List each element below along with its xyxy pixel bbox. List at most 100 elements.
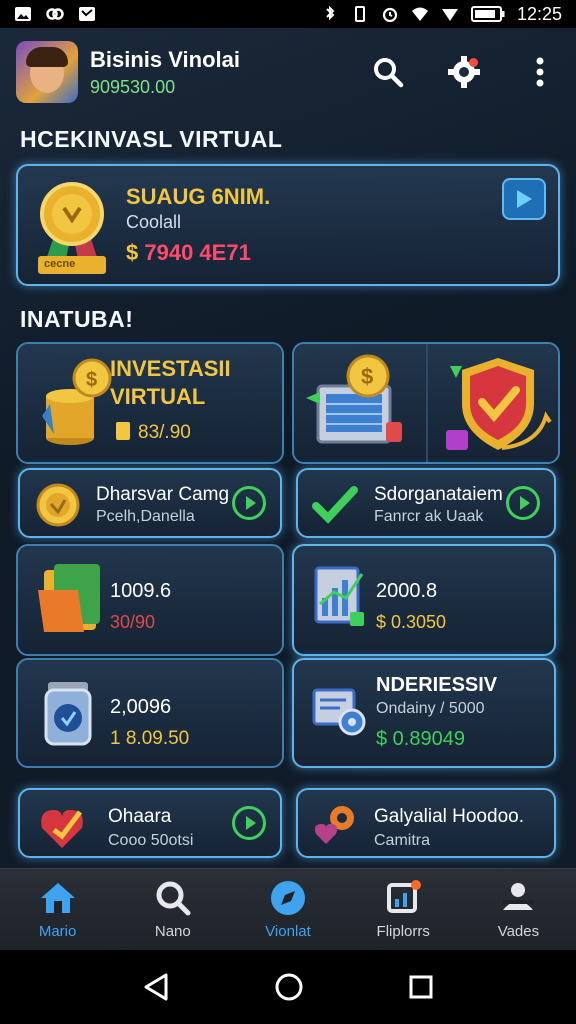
promo-subtitle: Cooo 50otsi — [108, 832, 194, 849]
nav-item-profile[interactable]: Vades — [461, 869, 576, 950]
search-icon — [374, 58, 404, 88]
chevron-right-icon[interactable] — [232, 806, 266, 840]
jar-icon — [44, 682, 92, 746]
card-divider — [426, 344, 428, 462]
medal-label: cecne — [44, 258, 76, 270]
back-icon[interactable] — [142, 972, 170, 1002]
signal-icon — [441, 9, 458, 21]
stat-amount: 1 8.09.50 — [110, 728, 190, 749]
play-icon — [517, 190, 532, 208]
image-icon — [15, 7, 31, 21]
nav-label: Vades — [497, 923, 540, 940]
nav-item-home[interactable]: Mario — [0, 869, 115, 950]
wifi-icon — [411, 7, 428, 21]
invest-title-line2: VIRTUAL — [110, 384, 206, 409]
invest-title-line1: INVESTASII — [110, 356, 231, 381]
document-gear-icon — [312, 688, 366, 736]
battery-icon — [470, 6, 505, 22]
avatar-hair — [26, 47, 68, 67]
folder-icon — [38, 564, 100, 632]
app-header: Bisinis Vinolai 909530.00 — [0, 28, 576, 116]
stat-amount: 30/90 — [110, 612, 156, 632]
promo-title: Galyalial Hoodoo. — [374, 806, 524, 827]
stat-card[interactable]: 1009.6 30/90 — [16, 544, 284, 656]
clock-time: 12:25 — [516, 3, 562, 24]
vibrate-icon — [354, 6, 365, 22]
stat-subtitle: Ondainy / 5000 — [376, 700, 485, 717]
nav-item-virtual[interactable]: Vionlat — [230, 869, 345, 950]
stat-amount: $ 0.3050 — [376, 612, 447, 632]
checkmark-icon — [312, 486, 358, 524]
stat-value: 2000.8 — [376, 580, 438, 602]
nav-item-search[interactable]: Nano — [115, 869, 230, 950]
home-circle-icon[interactable] — [274, 972, 304, 1002]
chevron-right-icon[interactable] — [506, 486, 540, 520]
nav-item-portfolio[interactable]: Fliplorrs — [346, 869, 461, 950]
coin-icon — [36, 483, 80, 527]
stat-value: 1009.6 — [110, 580, 172, 602]
user-info: Bisinis Vinolai 909530.00 — [90, 47, 240, 98]
search-icon — [153, 879, 193, 917]
avatar[interactable] — [16, 41, 78, 103]
portfolio-icon — [383, 879, 423, 917]
section-title-top: HCEKINVASL VIRTUAL — [20, 126, 283, 152]
feature-title: SUAUG 6NIM. — [126, 184, 271, 209]
invest-amount: 83/.90 — [138, 422, 191, 443]
link-icon — [46, 8, 64, 20]
chevron-right-icon[interactable] — [232, 486, 266, 520]
bluetooth-icon — [326, 6, 335, 21]
feature-amount-currency: $ — [126, 240, 139, 265]
nav-label: Nano — [154, 923, 191, 940]
promo-title: Ohaara — [108, 806, 172, 827]
more-menu-button[interactable] — [520, 52, 560, 92]
stat-amount: $ 0.89049 — [376, 728, 465, 750]
list-card-subtitle: Fanrcr ak Uaak — [374, 508, 484, 525]
header-actions — [368, 52, 560, 92]
home-icon — [38, 879, 78, 917]
stat-title: NDERIESSIV — [376, 674, 498, 696]
bar-chart-document-icon — [314, 566, 364, 626]
user-group-icon — [498, 879, 538, 917]
promo-card[interactable]: Ohaara Cooo 50otsi — [18, 788, 282, 858]
status-bar: 12:25 — [0, 0, 576, 28]
settings-button[interactable] — [444, 52, 484, 92]
list-card[interactable]: Dharsvar Camg Pcelh,Danella — [18, 468, 282, 538]
stat-card[interactable]: 2,0096 1 8.09.50 — [16, 658, 284, 768]
feature-amount: $ 7940 4E71 — [126, 240, 251, 266]
more-vertical-icon — [536, 57, 544, 87]
illustration-card[interactable]: $ — [292, 342, 560, 464]
list-card-subtitle: Pcelh,Danella — [96, 508, 195, 525]
coin-stack-icon: $ — [42, 358, 112, 445]
list-card-title: Sdorganataiem — [374, 484, 503, 505]
system-navigation-bar — [0, 950, 576, 1024]
recents-icon[interactable] — [408, 974, 434, 1000]
search-button[interactable] — [368, 52, 408, 92]
invest-card[interactable]: $ INVESTASII VIRTUAL 83/.90 — [16, 342, 284, 464]
bottom-navigation: Mario Nano Vionlat Fliplorrs Vades — [0, 868, 576, 950]
user-name: Bisinis Vinolai — [90, 46, 240, 72]
alarm-icon — [382, 7, 398, 22]
rocket-heart-icon — [41, 810, 83, 848]
svg-text:$: $ — [361, 364, 373, 389]
feature-amount-value: 7940 4E71 — [144, 240, 251, 265]
list-card[interactable]: Sdorganataiem Fanrcr ak Uaak — [296, 468, 556, 538]
nav-label: Vionlat — [265, 923, 311, 940]
section-title-mid: INATUBA! — [20, 306, 134, 332]
nav-label: Mario — [38, 923, 77, 940]
shield-check-icon — [446, 358, 552, 450]
promo-card[interactable]: Galyalial Hoodoo. Camitra — [296, 788, 556, 858]
gear-heart-icon — [314, 806, 354, 844]
feature-subtitle: Coolall — [126, 212, 182, 232]
message-icon — [79, 7, 95, 21]
list-card-title: Dharsvar Camg — [96, 484, 230, 505]
gold-bar-icon — [116, 422, 130, 440]
compass-icon — [268, 879, 308, 917]
nav-label: Fliplorrs — [376, 923, 430, 940]
stat-card[interactable]: NDERIESSIV Ondainy / 5000 $ 0.89049 — [292, 658, 556, 768]
stat-value: 2,0096 — [110, 696, 172, 718]
stat-card[interactable]: 2000.8 $ 0.3050 — [292, 544, 556, 656]
featured-card[interactable]: cecne SUAUG 6NIM. Coolall $ 7940 4E71 — [16, 164, 560, 286]
user-balance: 909530.00 — [90, 76, 176, 97]
play-button[interactable] — [502, 178, 546, 220]
svg-text:$: $ — [86, 369, 97, 391]
